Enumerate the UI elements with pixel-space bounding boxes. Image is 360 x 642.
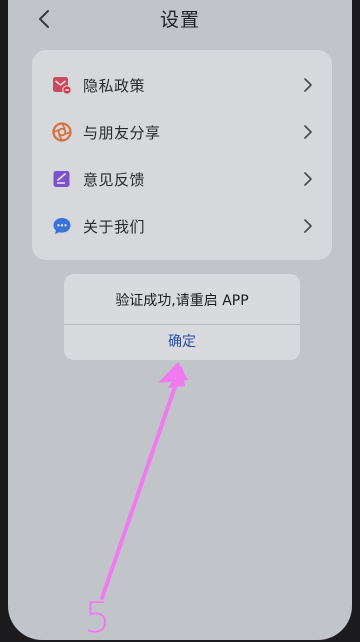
menu-item-about-us[interactable]: 关于我们 <box>32 203 332 249</box>
chat-bubble-icon <box>53 218 71 235</box>
chevron-right-icon <box>304 125 312 139</box>
dialog-message: 验证成功,请重启 APP <box>115 293 249 309</box>
menu-item-share-with-friends[interactable]: 与朋友分享 <box>32 109 332 155</box>
page-title: 设置 <box>159 9 200 31</box>
chevron-right-icon <box>304 172 312 186</box>
menu-item-label: 关于我们 <box>83 218 146 236</box>
settings-card: 隐私政策 与朋友分享 意见反馈 关于我们 <box>32 50 332 260</box>
feedback-edit-icon <box>53 171 70 187</box>
menu-item-label: 与朋友分享 <box>83 124 161 142</box>
menu-item-label: 隐私政策 <box>83 77 146 95</box>
chevron-right-icon <box>304 78 312 92</box>
share-aperture-icon <box>52 122 72 142</box>
menu-item-feedback[interactable]: 意见反馈 <box>32 156 332 202</box>
menu-item-privacy-policy[interactable]: 隐私政策 <box>32 62 332 108</box>
settings-screen: 设置 隐私政策 与朋友分享 意见反馈 关于我们 验证成功,请重启 APP 确定 <box>8 0 352 640</box>
confirm-button[interactable]: 确定 <box>64 325 300 360</box>
alert-dialog: 验证成功,请重启 APP 确定 <box>64 274 300 360</box>
chevron-right-icon <box>304 219 312 233</box>
menu-item-label: 意见反馈 <box>83 171 146 189</box>
privacy-shield-icon <box>53 77 72 95</box>
step-number-label: 5 <box>84 593 111 642</box>
